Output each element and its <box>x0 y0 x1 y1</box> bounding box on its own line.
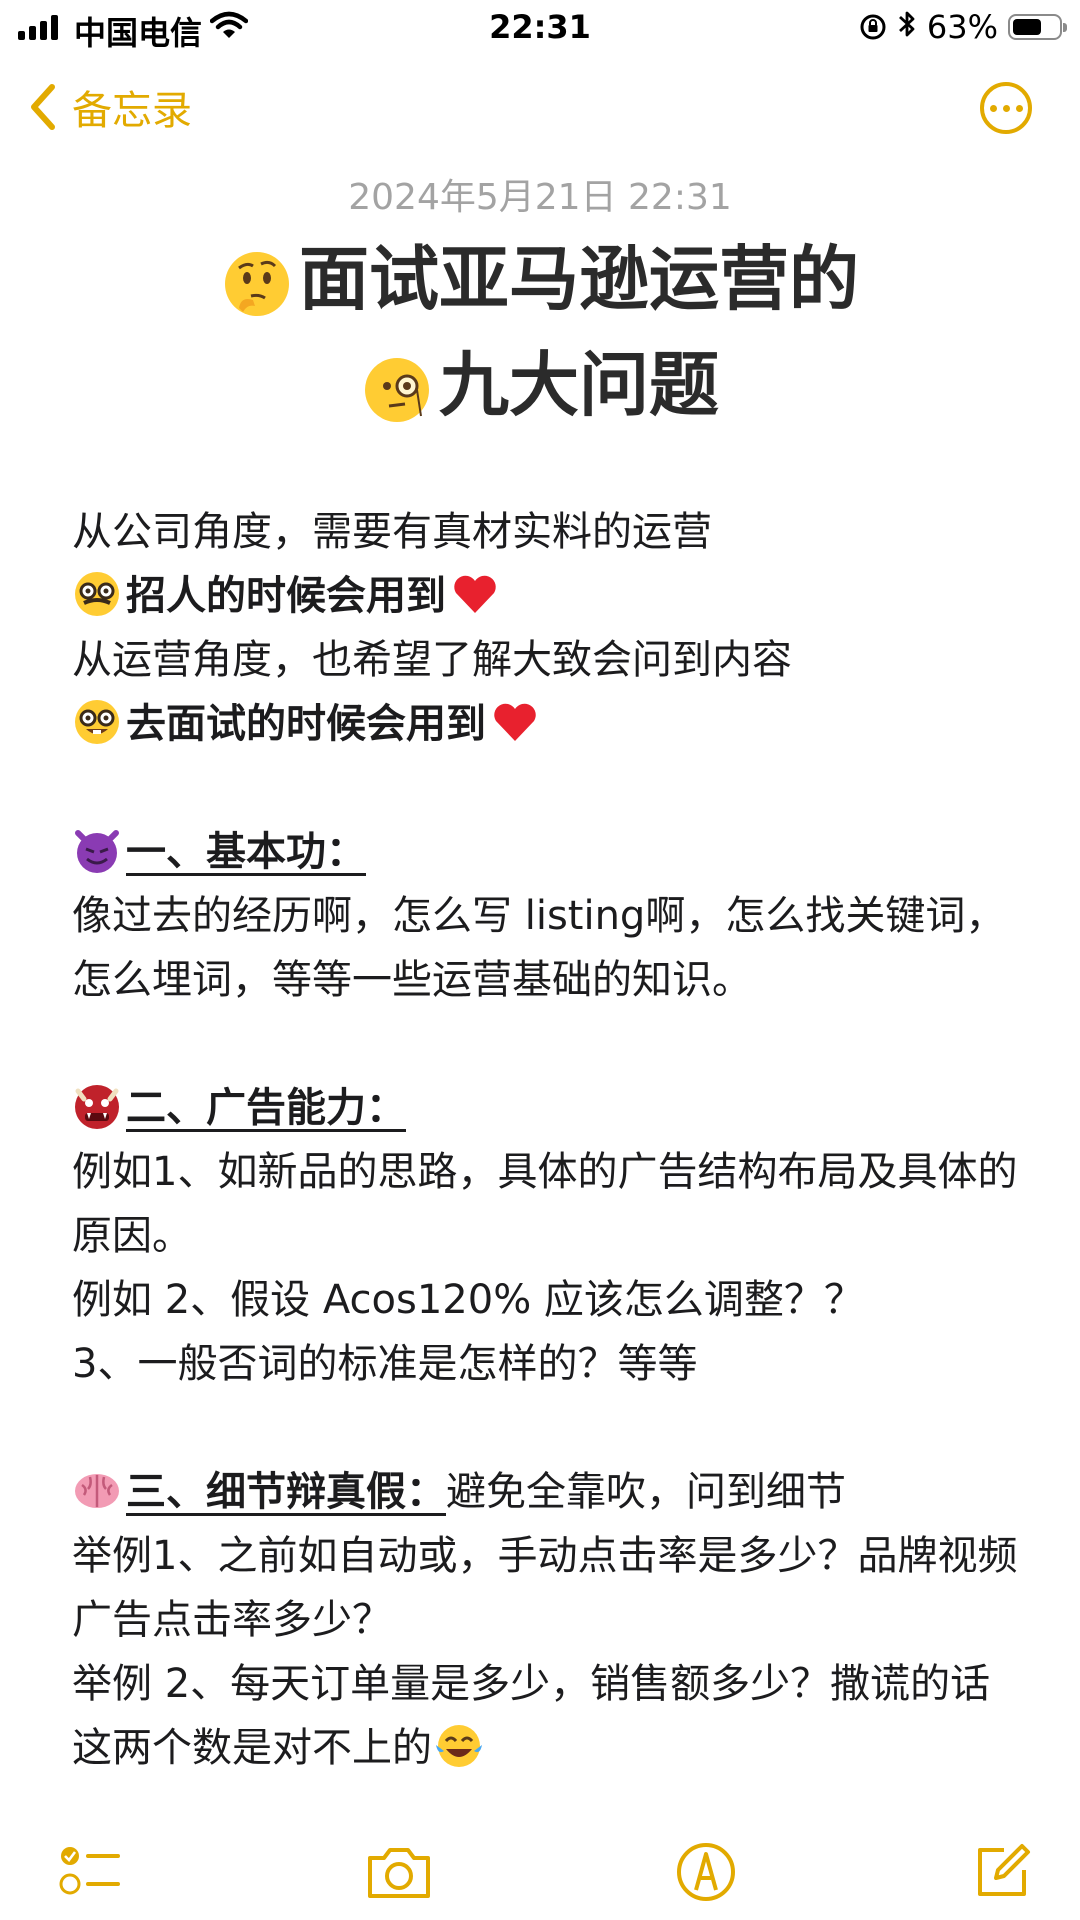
battery-percent: 63% <box>926 8 998 46</box>
more-options-button[interactable] <box>980 82 1032 134</box>
section-3-inline-text: 避免全靠吹，问到细节 <box>446 1469 846 1515</box>
orientation-lock-icon <box>860 14 886 40</box>
section-1-heading-text: 一、基本功： <box>126 829 366 875</box>
battery-level-fill <box>1013 19 1041 35</box>
section-1-text: 像过去的经历啊，怎么写 listing啊，怎么找关键词，怎么埋词，等等一些运营基… <box>72 893 1006 1003</box>
chevron-left-icon <box>31 84 55 130</box>
nerd-face-icon <box>75 700 119 744</box>
camera-icon[interactable] <box>364 1840 434 1904</box>
section-2-line-1: 例如1、如新品的思路，具体的广告结构布局及具体的原因。 <box>72 1149 1018 1259</box>
thinking-face-icon <box>225 251 289 316</box>
section-2-line-2: 例如 2、假设 Acos120% 应该怎么调整？？ <box>72 1277 864 1323</box>
status-bar: 中国电信 22:31 63% <box>0 0 1080 56</box>
checklist-icon[interactable] <box>58 1840 122 1904</box>
intro-line-1: 从公司角度，需要有真材实料的运营 <box>72 509 712 555</box>
section-3-line-2: 举例 2、每天订单量是多少，销售额多少？撒谎的话这两个数是对不上的 <box>72 1652 1022 1780</box>
note-title-text-1: 面试亚马逊运营的 <box>299 238 859 320</box>
bluetooth-icon <box>897 9 917 46</box>
battery-icon <box>1008 14 1067 40</box>
section-2-heading-text: 二、广告能力： <box>126 1085 406 1131</box>
face-with-tears-of-joy-icon <box>436 1725 482 1767</box>
red-heart-icon <box>454 575 496 613</box>
ogre-icon <box>75 1085 119 1129</box>
section-1-heading: 一、基本功： <box>72 820 1022 884</box>
section-3-line-1: 举例1、之前如自动或，手动点击率是多少？品牌视频广告点击率多少？ <box>72 1533 1018 1643</box>
monocle-face-icon <box>365 357 429 422</box>
note-title-text-2: 九大问题 <box>439 344 719 426</box>
note-body[interactable]: 从公司角度，需要有真材实料的运营 招人的时候会用到 从运营角度，也希望了解大致会… <box>72 500 1022 1780</box>
section-3-line-2-text: 举例 2、每天订单量是多少，销售额多少？撒谎的话这两个数是对不上的 <box>72 1661 991 1771</box>
markup-icon[interactable] <box>674 1840 738 1904</box>
intro-line-2: 招人的时候会用到 <box>72 564 1022 628</box>
section-2-heading: 二、广告能力： <box>72 1076 1022 1140</box>
compose-icon[interactable] <box>970 1840 1034 1904</box>
section-3-heading: 三、细节辩真假：避免全靠吹，问到细节 <box>72 1460 1022 1524</box>
red-heart-icon <box>494 703 536 741</box>
back-button[interactable]: 备忘录 <box>28 78 192 136</box>
back-button-label: 备忘录 <box>72 88 192 134</box>
note-title-line-1[interactable]: 面试亚马逊运营的 <box>0 244 1080 320</box>
disguised-face-icon <box>75 572 119 616</box>
smiling-imp-icon <box>75 830 119 873</box>
intro-line-4: 去面试的时候会用到 <box>72 692 1022 756</box>
ellipsis-icon <box>989 104 997 112</box>
intro-line-4-text: 去面试的时候会用到 <box>126 701 486 747</box>
note-title-line-2[interactable]: 九大问题 <box>0 350 1080 426</box>
note-date: 2024年5月21日 22:31 <box>348 177 732 218</box>
section-2-line-3: 3、一般否词的标准是怎样的？等等 <box>72 1341 698 1387</box>
intro-line-2-text: 招人的时候会用到 <box>126 573 446 619</box>
intro-line-3: 从运营角度，也希望了解大致会问到内容 <box>72 637 792 683</box>
section-3-heading-text: 三、细节辩真假： <box>126 1469 446 1515</box>
bottom-toolbar <box>0 1840 1080 1920</box>
brain-icon <box>75 1474 119 1508</box>
